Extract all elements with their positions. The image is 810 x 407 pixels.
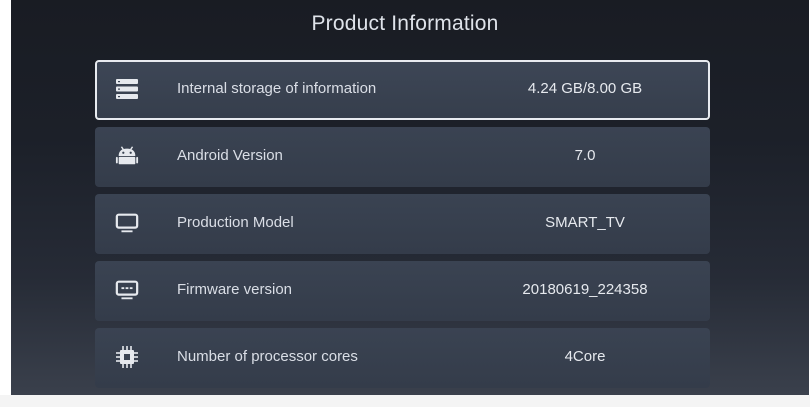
list-item-android-version[interactable]: Android Version 7.0 [95, 127, 710, 187]
item-value: 4.24 GB/8.00 GB [527, 80, 643, 97]
item-value: 7.0 [574, 147, 596, 164]
list-item-production-model[interactable]: Production Model SMART_TV [95, 194, 710, 254]
item-label: Android Version [177, 147, 283, 164]
item-label: Internal storage of information [177, 80, 377, 97]
product-info-list: Internal storage of information 4.24 GB/… [95, 60, 710, 395]
list-item-processor-cores[interactable]: Number of processor cores 4Core [95, 328, 710, 388]
list-item-internal-storage[interactable]: Internal storage of information 4.24 GB/… [95, 60, 710, 120]
firmware-icon [115, 278, 139, 302]
item-label: Firmware version [177, 281, 293, 298]
storage-icon [115, 77, 139, 101]
bottom-strip [0, 395, 810, 407]
item-label: Number of processor cores [177, 348, 358, 365]
page-title: Product Information [311, 12, 499, 35]
item-value: 20180619_224358 [522, 281, 648, 298]
processor-chip-icon [115, 345, 139, 369]
item-value: SMART_TV [545, 214, 625, 231]
settings-screen: Product Information Internal storage of … [11, 0, 809, 395]
item-label: Production Model [177, 214, 294, 231]
item-value: 4Core [564, 348, 606, 365]
tv-monitor-icon [115, 211, 139, 235]
android-icon [115, 144, 139, 168]
list-item-firmware-version[interactable]: Firmware version 20180619_224358 [95, 261, 710, 321]
